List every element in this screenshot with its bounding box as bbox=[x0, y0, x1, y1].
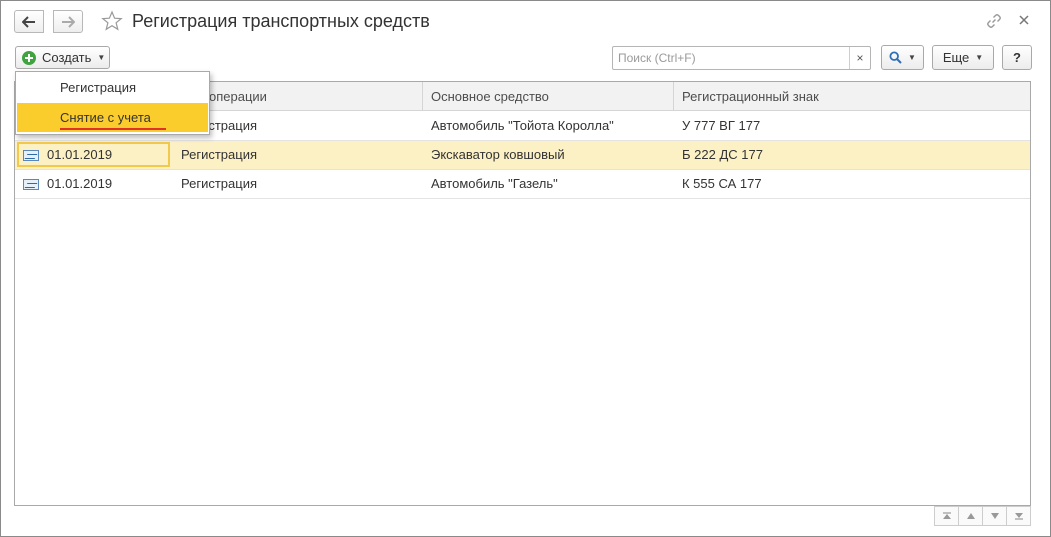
search-clear-button[interactable]: × bbox=[849, 47, 870, 69]
chevron-down-icon: ▼ bbox=[97, 53, 106, 62]
scroll-top-icon bbox=[942, 512, 951, 519]
table-row[interactable]: 01.01.2019 Регистрация Автомобиль "Газел… bbox=[15, 170, 1030, 199]
cell-plate: У 777 ВГ 177 bbox=[682, 118, 761, 133]
scroll-bottom-button[interactable] bbox=[1007, 507, 1030, 525]
scroll-controls bbox=[934, 506, 1031, 526]
cell-asset: Автомобиль "Газель" bbox=[431, 176, 558, 191]
triangle-up-icon bbox=[966, 513, 975, 519]
link-icon[interactable] bbox=[986, 13, 1002, 29]
cell-asset: Экскаватор ковшовый bbox=[431, 147, 565, 162]
close-icon[interactable] bbox=[1018, 14, 1030, 26]
create-dropdown-menu: Регистрация Снятие с учета bbox=[15, 71, 210, 135]
menu-item-label: Снятие с учета bbox=[60, 110, 151, 125]
arrow-left-icon bbox=[22, 15, 35, 28]
cell-plate: Б 222 ДС 177 bbox=[682, 147, 763, 162]
documents-table[interactable]: операции Основное средство Регистрационн… bbox=[14, 81, 1031, 506]
cell-asset: Автомобиль "Тойота Королла" bbox=[431, 118, 614, 133]
more-button-label: Еще bbox=[942, 50, 970, 65]
search-button[interactable]: ▼ bbox=[881, 45, 924, 70]
cell-operation: Регистрация bbox=[181, 176, 257, 191]
column-header-plate[interactable]: Регистрационный знак bbox=[674, 82, 1030, 111]
magnifier-icon bbox=[889, 51, 902, 64]
search-field[interactable]: × bbox=[612, 46, 871, 70]
column-header-operation[interactable]: операции bbox=[173, 82, 423, 111]
create-button-label: Создать bbox=[42, 50, 92, 65]
annotation-underline bbox=[60, 128, 166, 130]
menu-item-deregistration[interactable]: Снятие с учета bbox=[17, 103, 208, 132]
forward-button[interactable] bbox=[53, 10, 83, 33]
table-row-selected[interactable]: 01.01.2019 Регистрация Экскаватор ковшов… bbox=[15, 141, 1030, 170]
chevron-down-icon: ▼ bbox=[975, 53, 984, 62]
arrow-right-icon bbox=[62, 15, 75, 28]
menu-item-registration[interactable]: Регистрация bbox=[17, 73, 208, 102]
plus-circle-icon bbox=[22, 50, 36, 65]
scroll-down-button[interactable] bbox=[983, 507, 1007, 525]
cell-date: 01.01.2019 bbox=[47, 176, 113, 191]
form-window: Регистрация транспортных средств Создать… bbox=[0, 0, 1051, 537]
scroll-bottom-icon bbox=[1014, 513, 1023, 520]
help-button[interactable]: ? bbox=[1002, 45, 1032, 70]
scroll-top-button[interactable] bbox=[935, 507, 959, 525]
page-title: Регистрация транспортных средств bbox=[132, 11, 430, 31]
triangle-down-icon bbox=[990, 513, 999, 519]
cell-plate: К 555 СА 177 bbox=[682, 176, 762, 191]
cell-operation: Регистрация bbox=[181, 147, 257, 162]
chevron-down-icon: ▼ bbox=[908, 53, 916, 62]
scroll-up-button[interactable] bbox=[959, 507, 983, 525]
star-icon[interactable] bbox=[101, 10, 123, 32]
more-button[interactable]: Еще ▼ bbox=[932, 45, 994, 70]
search-input[interactable] bbox=[616, 49, 846, 67]
create-button[interactable]: Создать ▼ bbox=[15, 46, 110, 69]
column-header-asset[interactable]: Основное средство bbox=[423, 82, 674, 111]
cell-date: 01.01.2019 bbox=[47, 147, 113, 162]
cell-operation: Регистрация bbox=[181, 118, 257, 133]
back-button[interactable] bbox=[14, 10, 44, 33]
